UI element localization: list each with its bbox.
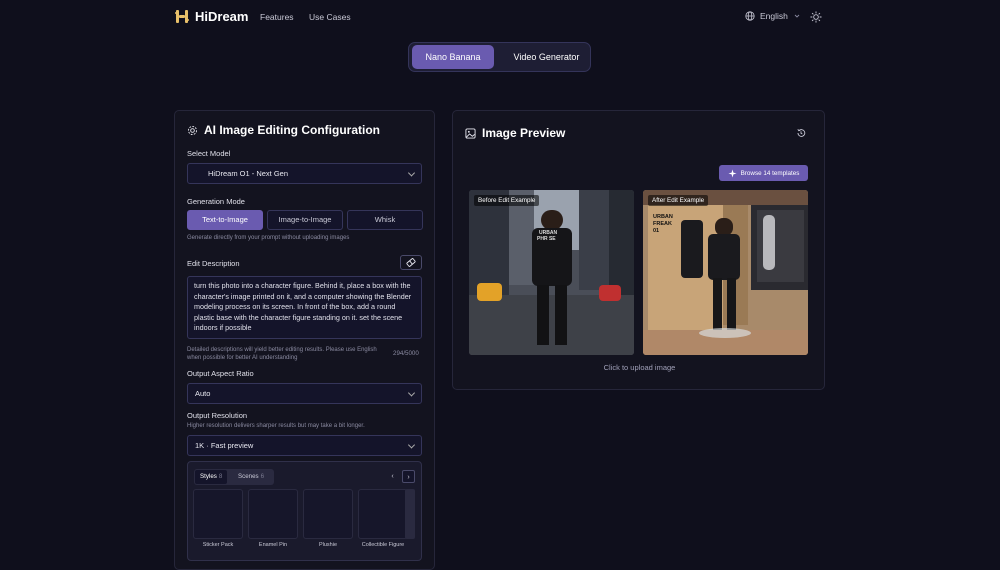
globe-icon bbox=[745, 11, 755, 21]
mode-hint: Generate directly from your prompt witho… bbox=[187, 235, 350, 241]
resolution-label: Output Resolution bbox=[187, 411, 248, 420]
mode-text-to-image-button[interactable]: Text-to-Image bbox=[187, 210, 263, 230]
char-count: 294/5000 bbox=[393, 350, 419, 357]
mode-image-to-image-button[interactable]: Image-to-Image bbox=[267, 210, 343, 230]
tab-nano-banana[interactable]: Nano Banana bbox=[412, 45, 494, 69]
gallery-prev-button[interactable]: ‹ bbox=[386, 470, 399, 483]
browse-templates-label: Browse 14 templates bbox=[740, 169, 800, 177]
preview-panel: Image Preview Browse 14 templates URBAN … bbox=[452, 110, 825, 390]
language-label: English bbox=[760, 11, 788, 21]
template-label-enamel-pin: Enamel Pin bbox=[258, 542, 288, 548]
chevron-down-icon bbox=[794, 14, 800, 18]
image-icon bbox=[465, 127, 476, 139]
city-street-photo bbox=[469, 190, 634, 355]
upload-hint[interactable]: Click to upload image bbox=[453, 363, 826, 372]
preview-title-text: Image Preview bbox=[482, 126, 566, 140]
after-edit-image[interactable]: URBAN FREAK 01 After Edit Example bbox=[643, 190, 808, 355]
before-edit-image[interactable]: URBAN PHR SE Before Edit Example bbox=[469, 190, 634, 355]
tab-styles-count: 8 bbox=[218, 473, 223, 480]
tab-styles[interactable]: Styles 8 bbox=[195, 470, 228, 484]
gallery-scroll-hint bbox=[405, 489, 415, 539]
box-print-line-2: FREAK bbox=[653, 221, 672, 227]
config-panel: AI Image Editing Configuration Select Mo… bbox=[174, 110, 435, 570]
preview-title: Image Preview bbox=[465, 126, 565, 140]
model-value: HiDream O1 - Next Gen bbox=[208, 169, 289, 178]
aspect-ratio-select[interactable]: Auto bbox=[187, 383, 422, 404]
mode-whisk-button[interactable]: Whisk bbox=[347, 210, 423, 230]
nav-link-features[interactable]: Features bbox=[260, 12, 294, 22]
history-icon[interactable] bbox=[796, 128, 806, 138]
edit-description-label: Edit Description bbox=[187, 259, 240, 268]
model-label: Select Model bbox=[187, 149, 231, 158]
shirt-print-line-2: PHR SE bbox=[537, 236, 556, 242]
gallery-tabs: Styles 8 Scenes 6 bbox=[194, 469, 274, 485]
template-card-sticker-pack[interactable] bbox=[193, 489, 243, 539]
resolution-value: 1K · Fast preview bbox=[195, 441, 254, 450]
model-select[interactable]: HiDream O1 - Next Gen bbox=[187, 163, 422, 184]
chevron-down-icon bbox=[407, 440, 416, 449]
tab-styles-label: Styles bbox=[200, 473, 217, 480]
eraser-icon bbox=[406, 258, 416, 267]
template-card-collectible-figure[interactable] bbox=[358, 489, 408, 539]
before-edit-tag: Before Edit Example bbox=[474, 195, 540, 206]
aspect-ratio-label: Output Aspect Ratio bbox=[187, 369, 254, 378]
theme-toggle-sun-icon[interactable] bbox=[810, 11, 822, 23]
tab-scenes-count: 6 bbox=[260, 473, 265, 480]
edit-description-textarea[interactable]: turn this photo into a character figure.… bbox=[187, 276, 422, 339]
clear-text-button[interactable] bbox=[400, 255, 422, 270]
brand-logo[interactable]: HiDream bbox=[175, 9, 248, 24]
resolution-select[interactable]: 1K · Fast preview bbox=[187, 435, 422, 456]
resolution-hint: Higher resolution delivers sharper resul… bbox=[187, 423, 365, 429]
template-card-enamel-pin[interactable] bbox=[248, 489, 298, 539]
chevron-down-icon bbox=[407, 168, 416, 177]
chevron-down-icon bbox=[407, 388, 416, 397]
edit-hint: Detailed descriptions will yield better … bbox=[187, 347, 377, 361]
template-gallery: Styles 8 Scenes 6 ‹ › Sticker Pack Enamel … bbox=[187, 461, 422, 561]
config-title: AI Image Editing Configuration bbox=[187, 123, 380, 137]
language-selector[interactable]: English bbox=[745, 11, 801, 21]
gallery-next-button[interactable]: › bbox=[402, 470, 415, 483]
product-switch: Nano Banana Video Generator bbox=[408, 42, 591, 72]
generation-mode-label: Generation Mode bbox=[187, 197, 245, 206]
after-edit-tag: After Edit Example bbox=[648, 195, 709, 206]
template-card-plushie[interactable] bbox=[303, 489, 353, 539]
gear-icon bbox=[188, 125, 197, 135]
template-label-plushie: Plushie bbox=[318, 542, 338, 548]
aspect-ratio-value: Auto bbox=[195, 389, 211, 398]
tab-video-generator[interactable]: Video Generator bbox=[504, 45, 589, 69]
brand-name: HiDream bbox=[195, 9, 249, 24]
tab-scenes[interactable]: Scenes 6 bbox=[233, 470, 269, 484]
template-label-sticker-pack: Sticker Pack bbox=[202, 542, 234, 548]
hidream-logo-icon bbox=[175, 9, 190, 24]
sparkle-icon bbox=[728, 168, 737, 178]
top-nav: HiDream Features Use Cases English bbox=[0, 0, 1000, 34]
box-print-line-3: 01 bbox=[653, 228, 660, 234]
tab-scenes-label: Scenes bbox=[238, 473, 259, 480]
template-label-collectible-figure: Collectible Figure bbox=[361, 542, 405, 548]
box-print-line-1: URBAN bbox=[653, 214, 673, 220]
nav-link-use-cases[interactable]: Use Cases bbox=[309, 12, 351, 22]
config-title-text: AI Image Editing Configuration bbox=[204, 123, 380, 137]
browse-templates-button[interactable]: Browse 14 templates bbox=[719, 165, 808, 181]
